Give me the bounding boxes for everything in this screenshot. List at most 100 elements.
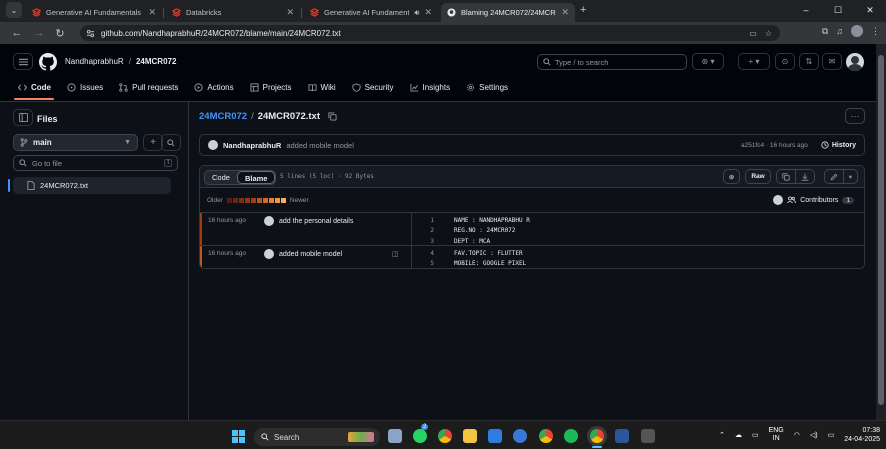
new-tab-button[interactable]: + <box>580 4 586 16</box>
cloud-icon[interactable]: ☁ <box>735 431 742 439</box>
create-new-button[interactable]: + ▾ <box>738 53 770 70</box>
profile-avatar[interactable] <box>851 25 863 37</box>
commit-message[interactable]: added mobile model <box>286 141 354 150</box>
copilot-button[interactable]: ⊛ <box>722 169 741 184</box>
edit-options-button[interactable]: ▾ <box>842 169 858 184</box>
minimize-button[interactable]: – <box>790 0 822 22</box>
owner-link[interactable]: NandhaprabhuR <box>65 57 124 66</box>
bookmark-star-icon[interactable]: ☆ <box>765 29 772 38</box>
reblame-icon[interactable]: ◫ <box>392 250 399 258</box>
browser-tab-2[interactable]: Databricks ✕ <box>166 3 300 22</box>
selected-indicator <box>8 179 10 192</box>
go-to-file-input[interactable]: Go to file t <box>13 155 178 171</box>
word-icon[interactable] <box>615 429 629 443</box>
contributors-button[interactable]: Contributors 1 <box>773 195 854 205</box>
history-button[interactable]: History <box>821 141 856 149</box>
tab-actions[interactable]: Actions <box>186 80 241 94</box>
taskbar-search[interactable]: Search <box>254 428 380 446</box>
close-window-button[interactable]: ✕ <box>854 0 886 22</box>
forward-button[interactable]: → <box>30 24 48 42</box>
microsoft-store-icon[interactable] <box>488 429 502 443</box>
tab-issues[interactable]: Issues <box>59 80 111 94</box>
collapse-sidebar-button[interactable] <box>13 109 33 126</box>
terminal-icon[interactable] <box>641 429 655 443</box>
file-tree-item[interactable]: 24MCR072.txt <box>13 177 171 194</box>
chrome-icon[interactable] <box>590 429 604 443</box>
tab-wiki[interactable]: Wiki <box>300 80 344 94</box>
tray-app-icon[interactable]: ▭ <box>752 431 759 439</box>
tab-projects[interactable]: Projects <box>242 80 300 94</box>
windows-start-button[interactable] <box>232 430 245 443</box>
clock[interactable]: 07:38 24-04-2025 <box>844 426 880 444</box>
avatar[interactable] <box>264 249 274 259</box>
inbox-button[interactable]: ✉ <box>822 53 842 70</box>
windows-taskbar: Search 2 ⌃ ☁ ▭ ENG IN ◠ ◁) ▭ 07:38 24-04… <box>0 420 886 449</box>
address-bar[interactable]: github.com/NandhaprabhuR/24MCR072/blame/… <box>80 25 780 41</box>
volume-icon[interactable]: ◁) <box>810 431 818 439</box>
browser-tab-4[interactable]: Blaming 24MCR072/24MCR072 ✕ <box>441 3 575 22</box>
site-info-icon[interactable] <box>86 29 95 38</box>
tab-insights[interactable]: Insights <box>402 80 459 94</box>
copy-icon[interactable] <box>328 112 337 121</box>
wifi-icon[interactable]: ◠ <box>794 431 800 439</box>
code-view-button[interactable]: Code <box>205 171 237 184</box>
close-icon[interactable]: ✕ <box>148 7 156 18</box>
issues-button[interactable]: ⊙ <box>775 53 795 70</box>
app-icon[interactable] <box>513 429 527 443</box>
scrollbar-thumb[interactable] <box>878 55 884 405</box>
line-number[interactable]: 3 <box>414 238 434 245</box>
tab-settings[interactable]: Settings <box>458 80 516 94</box>
menu-icon[interactable]: ⋮ <box>871 26 880 37</box>
blame-view-button[interactable]: Blame <box>236 171 276 184</box>
commit-author[interactable]: NandhaprabhuR <box>223 141 281 150</box>
browser-tab-1[interactable]: Generative AI Fundamentals | D ✕ <box>26 3 162 22</box>
back-button[interactable]: ← <box>8 24 26 42</box>
avatar[interactable] <box>264 216 274 226</box>
browser-tab-3[interactable]: Generative AI Fundamental 🔊︎ ✕ <box>304 3 438 22</box>
close-icon[interactable]: ✕ <box>561 7 569 18</box>
line-number[interactable]: 5 <box>414 260 434 267</box>
blame-commit-message[interactable]: add the personal details <box>279 218 353 225</box>
blame-commit-message[interactable]: added mobile model <box>279 251 342 258</box>
chrome-icon[interactable] <box>438 429 452 443</box>
extensions-icon[interactable]: ⧉ <box>822 26 828 37</box>
add-file-button[interactable]: + <box>143 134 163 151</box>
tab-code[interactable]: Code <box>10 80 59 94</box>
more-options-button[interactable]: ··· <box>845 108 865 124</box>
chevron-up-icon[interactable]: ⌃ <box>719 431 725 439</box>
edit-file-button[interactable] <box>823 169 843 184</box>
cast-icon[interactable]: ▭ <box>749 29 757 38</box>
spotify-icon[interactable] <box>564 429 578 443</box>
whatsapp-icon[interactable]: 2 <box>413 424 429 443</box>
user-avatar[interactable] <box>846 53 864 71</box>
branch-selector[interactable]: main ▼ <box>13 134 138 151</box>
repo-root-link[interactable]: 24MCR072 <box>199 111 247 122</box>
language-indicator[interactable]: ENG IN <box>769 427 784 443</box>
copilot-button[interactable]: ⊛ ▾ <box>692 53 724 70</box>
tab-search-button[interactable]: ⌄ <box>6 2 22 18</box>
reload-button[interactable]: ↻ <box>51 24 69 42</box>
hamburger-menu-button[interactable] <box>13 53 33 70</box>
raw-button[interactable]: Raw <box>745 169 771 184</box>
line-number[interactable]: 2 <box>414 227 434 234</box>
pull-requests-button[interactable]: ⇅ <box>799 53 819 70</box>
line-number[interactable]: 1 <box>414 217 434 224</box>
tab-pull-requests[interactable]: Pull requests <box>111 80 186 94</box>
chrome-icon[interactable] <box>539 429 553 443</box>
line-number[interactable]: 4 <box>414 250 434 257</box>
tab-security[interactable]: Security <box>344 80 402 94</box>
maximize-button[interactable]: ☐ <box>822 0 854 22</box>
close-icon[interactable]: ✕ <box>424 7 432 18</box>
search-input[interactable]: Type / to search <box>537 54 687 70</box>
battery-icon[interactable]: ▭ <box>828 431 835 439</box>
speaker-icon[interactable]: 🔊︎ <box>414 8 419 18</box>
file-explorer-icon[interactable] <box>463 429 477 443</box>
copy-raw-button[interactable] <box>775 169 795 184</box>
task-view-icon[interactable] <box>388 429 402 443</box>
download-raw-button[interactable] <box>794 169 815 184</box>
github-logo-icon[interactable] <box>39 53 57 71</box>
repo-link[interactable]: 24MCR072 <box>136 57 176 66</box>
close-icon[interactable]: ✕ <box>286 7 294 18</box>
search-files-button[interactable] <box>161 134 181 151</box>
media-icon[interactable]: ♫ <box>836 26 843 36</box>
